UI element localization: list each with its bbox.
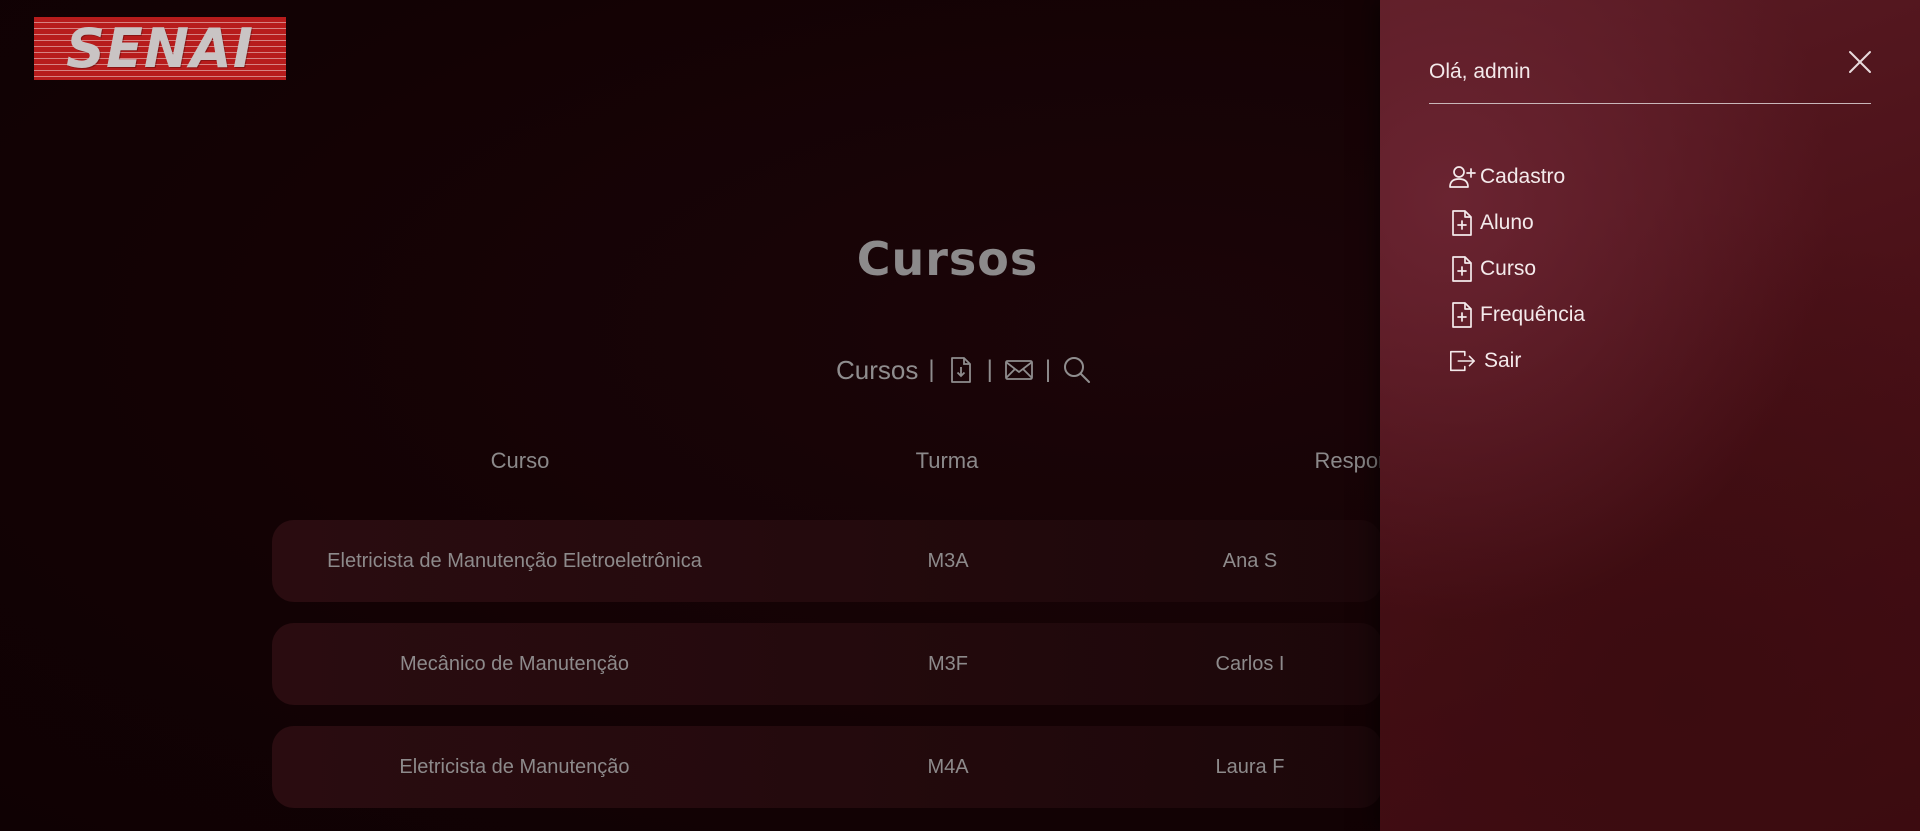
column-header-curso[interactable]: Curso [370,448,670,474]
close-icon[interactable] [1846,48,1874,76]
toolbar-separator: | [1044,356,1052,383]
menu-item-label: Sair [1484,349,1522,372]
table-row[interactable]: Mecânico de Manutenção M3F Carlos I [272,623,1382,705]
logo-text: SENAI [66,17,254,80]
user-add-icon [1448,163,1476,191]
file-plus-icon [1448,209,1476,237]
cell-curso: Eletricista de Manutenção Eletroeletrôni… [327,549,702,572]
column-header-turma[interactable]: Turma [797,448,1097,474]
menu-item-cadastro[interactable]: Cadastro [1448,154,1585,200]
menu-item-label: Cadastro [1480,165,1566,188]
search-icon[interactable] [1061,354,1093,386]
cell-responsavel: Ana S [1222,549,1278,572]
table-row[interactable]: Eletricista de Manutenção Eletroeletrôni… [272,520,1382,602]
toolbar-separator: | [986,356,993,383]
side-panel: Olá, admin Cadastro Aluno Curso Frequênc… [1380,0,1920,831]
page-title: Cursos [856,232,1039,286]
cell-turma: M4A [927,755,969,778]
table-row[interactable]: Eletricista de Manutenção M4A Laura F [272,726,1382,808]
menu-item-sair[interactable]: Sair [1448,338,1585,384]
menu-item-label: Frequência [1480,303,1586,326]
side-menu: Cadastro Aluno Curso Frequência Sair [1448,154,1585,384]
app-root: SENAI Cursos Cursos | | | Curso Turma Re… [0,0,1920,831]
download-file-icon[interactable] [945,354,977,386]
senai-logo[interactable]: SENAI [34,17,286,80]
cell-curso: Eletricista de Manutenção [399,755,630,778]
cell-turma: M3A [927,549,969,572]
logout-icon [1448,347,1476,375]
menu-item-frequencia[interactable]: Frequência [1448,292,1585,338]
menu-item-label: Aluno [1480,211,1534,234]
menu-item-label: Curso [1480,257,1537,280]
toolbar-separator: | [928,356,935,383]
file-plus-icon [1448,255,1476,283]
cell-responsavel: Laura F [1215,755,1285,778]
toolbar: Cursos | | | [836,350,1093,390]
cell-curso: Mecânico de Manutenção [399,652,630,675]
file-plus-icon [1448,301,1476,329]
mail-icon[interactable] [1003,354,1035,386]
greeting: Olá, admin [1429,60,1531,83]
cell-turma: M3F [928,652,968,675]
greeting-divider [1429,103,1871,104]
cell-responsavel: Carlos I [1215,652,1285,675]
toolbar-label: Cursos [836,354,919,385]
menu-item-aluno[interactable]: Aluno [1448,200,1585,246]
menu-item-curso[interactable]: Curso [1448,246,1585,292]
